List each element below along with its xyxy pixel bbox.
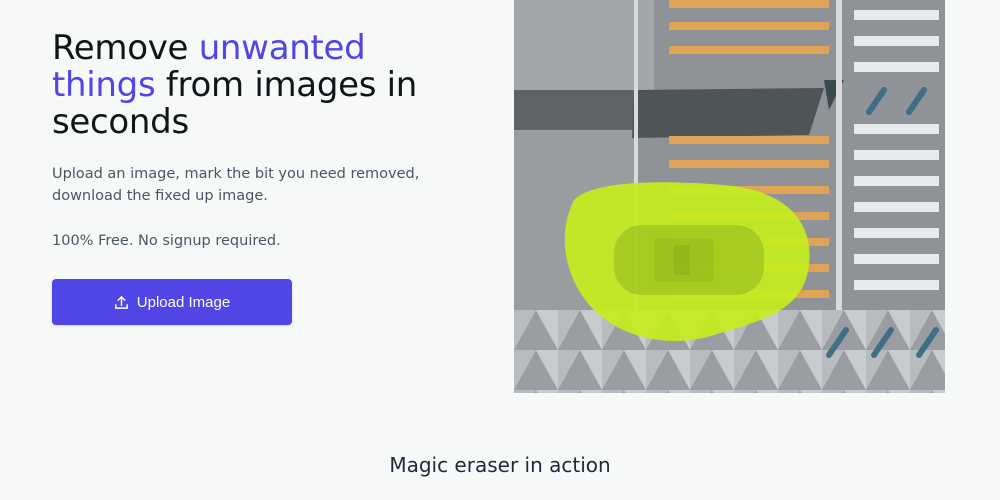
section-title: Magic eraser in action	[389, 453, 611, 477]
preview-image	[514, 0, 945, 393]
upload-button-label: Upload Image	[136, 293, 231, 311]
hero-headline: Remove unwanted things from images in se…	[52, 30, 472, 141]
upload-image-button[interactable]: Upload Image	[52, 279, 292, 325]
headline-part-1: Remove	[52, 28, 199, 68]
hero-description: Upload an image, mark the bit you need r…	[52, 166, 420, 204]
upload-icon	[114, 295, 129, 310]
hero-section: Remove unwanted things from images in se…	[0, 0, 1000, 500]
free-notice: 100% Free. No signup required.	[52, 233, 281, 249]
